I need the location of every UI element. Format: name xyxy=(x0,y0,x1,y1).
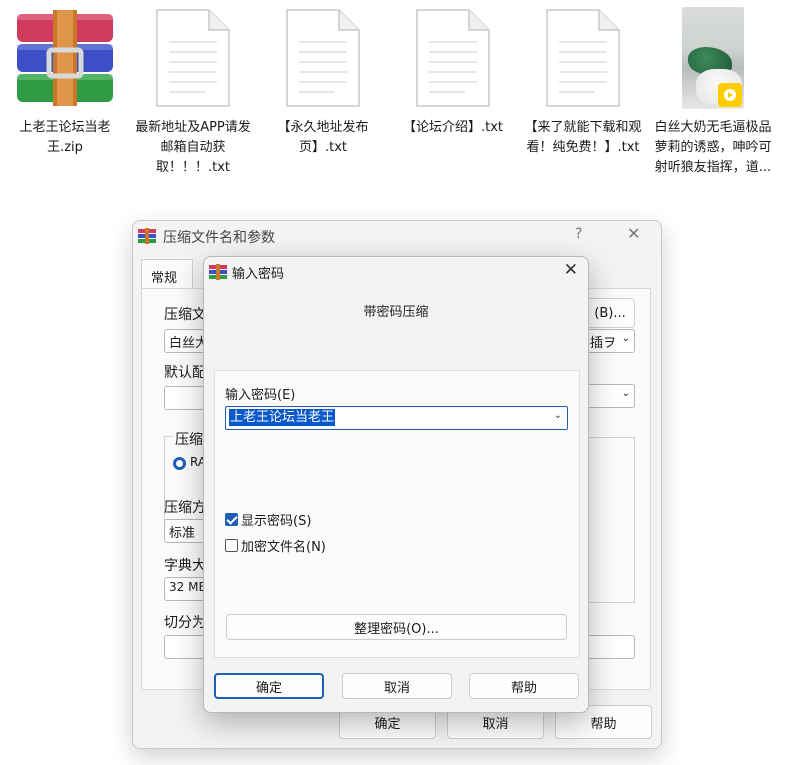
video-thumbnail xyxy=(682,7,744,109)
show-password-checkbox[interactable]: 显示密码(S) xyxy=(225,510,311,529)
update-mode-combo[interactable]: 插ヲ ⌄ xyxy=(585,329,635,353)
chevron-down-icon: ⌄ xyxy=(621,388,630,399)
method-label: 压缩方 xyxy=(164,500,206,516)
combo-value: 插ヲ xyxy=(590,336,617,351)
ok-button[interactable]: 确定 xyxy=(214,673,324,699)
file-name: 【来了就能下载和观看！纯免费！】.txt xyxy=(524,120,642,155)
archive-name-label: 压缩文 xyxy=(164,307,206,323)
password-value: 上老王论坛当老王 xyxy=(229,409,336,426)
text-document-icon xyxy=(416,9,490,107)
help-button[interactable]: 帮助 xyxy=(469,673,579,699)
text-document-icon xyxy=(286,9,360,107)
default-profile-label: 默认配 xyxy=(164,365,206,381)
desktop-file-txt-2[interactable]: 【永久地址发布页】.txt xyxy=(258,4,388,158)
split-label: 切分为 xyxy=(164,615,206,631)
winrar-archive-icon xyxy=(17,10,113,106)
desktop-file-video[interactable]: 白丝大奶无毛逼极品萝莉的诱惑，呻吟可射听狼友指挥，道... xyxy=(648,4,778,178)
desktop-file-txt-4[interactable]: 【来了就能下载和观看！纯免费！】.txt xyxy=(518,4,648,158)
profile-combo[interactable]: ⌄ xyxy=(585,384,635,408)
winrar-app-icon xyxy=(138,228,156,244)
dictionary-label: 字典大 xyxy=(164,558,206,574)
desktop-file-zip[interactable]: 上老王论坛当老王.zip xyxy=(0,4,130,158)
help-icon[interactable]: ? xyxy=(575,226,582,242)
dialog-subtitle: 带密码压缩 xyxy=(363,305,429,320)
desktop-file-txt-3[interactable]: 【论坛介绍】.txt xyxy=(388,4,518,138)
radio-rar[interactable] xyxy=(173,457,186,470)
close-icon[interactable]: ✕ xyxy=(564,260,578,280)
tab-general[interactable]: 常规 xyxy=(141,259,193,289)
encrypt-filenames-label: 加密文件名(N) xyxy=(241,540,326,555)
winrar-app-icon xyxy=(209,264,227,280)
dialog-title: 输入密码 xyxy=(232,267,285,282)
cancel-button[interactable]: 取消 xyxy=(342,673,452,699)
desktop-file-txt-1[interactable]: 最新地址及APP请发邮箱自动获取！！！.txt xyxy=(128,4,258,178)
close-icon[interactable]: ✕ xyxy=(627,224,640,243)
organize-passwords-button[interactable]: 整理密码(O)... xyxy=(226,614,567,640)
chevron-down-icon: ⌄ xyxy=(621,333,630,344)
chevron-down-icon[interactable]: ⌄ xyxy=(554,410,562,421)
password-label: 输入密码(E) xyxy=(225,388,296,403)
file-name: 上老王论坛当老王.zip xyxy=(19,120,111,155)
split-unit-field[interactable] xyxy=(585,635,635,659)
file-name: 【永久地址发布页】.txt xyxy=(277,120,369,155)
browse-button[interactable]: (B)... xyxy=(585,298,635,328)
show-password-label: 显示密码(S) xyxy=(241,514,312,529)
checkbox-unchecked-icon xyxy=(225,539,238,552)
encrypt-filenames-checkbox[interactable]: 加密文件名(N) xyxy=(225,536,326,555)
password-input[interactable]: 上老王论坛当老王 ⌄ xyxy=(225,406,568,430)
text-document-icon xyxy=(546,9,620,107)
file-name: 白丝大奶无毛逼极品萝莉的诱惑，呻吟可射听狼友指挥，道... xyxy=(654,120,772,175)
dialog-titlebar[interactable]: 输入密码 ✕ xyxy=(204,257,588,287)
dialog-title: 压缩文件名和参数 xyxy=(163,230,275,246)
checkbox-checked-icon xyxy=(225,513,238,526)
format-label: 压缩 xyxy=(173,429,205,449)
text-document-icon xyxy=(156,9,230,107)
file-name: 【论坛介绍】.txt xyxy=(402,120,504,135)
file-name: 最新地址及APP请发邮箱自动获取！！！.txt xyxy=(135,120,251,175)
player-badge-icon xyxy=(718,83,742,107)
password-dialog: 输入密码 ✕ 带密码压缩 输入密码(E) 上老王论坛当老王 ⌄ 显示密码(S) … xyxy=(203,256,589,713)
options-group xyxy=(585,437,635,603)
